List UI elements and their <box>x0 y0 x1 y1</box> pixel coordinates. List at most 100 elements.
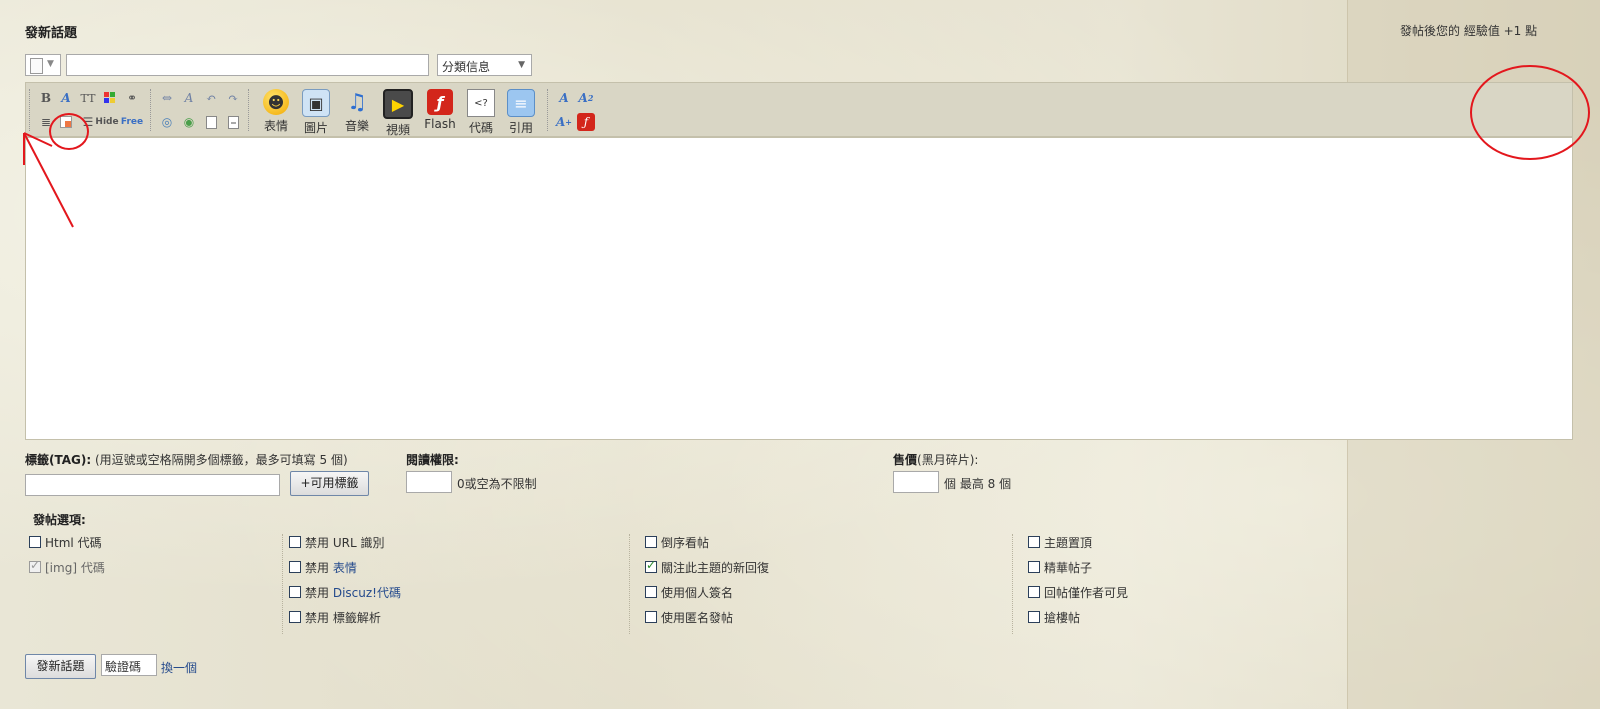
free-button[interactable]: Free <box>121 113 143 131</box>
quote-button[interactable]: ≡ 引用 <box>501 89 541 136</box>
option-disable-discuz-code[interactable]: 禁用 Discuz!代碼 <box>289 583 401 601</box>
option-disable-tag-parse[interactable]: 禁用 標籤解析 <box>289 608 381 626</box>
checkbox[interactable] <box>645 558 657 573</box>
option-reverse-order[interactable]: 倒序看帖 <box>645 533 709 551</box>
option-digest[interactable]: 精華帖子 <box>1028 558 1092 576</box>
editor-textarea[interactable] <box>25 137 1573 440</box>
undo-button[interactable]: ↶ <box>202 89 220 107</box>
subject-input[interactable] <box>66 54 429 76</box>
price-label: 售價 <box>893 453 918 467</box>
option-label: Html 代碼 <box>45 535 102 550</box>
checkbox[interactable] <box>289 586 301 598</box>
option-disable-smilies[interactable]: 禁用 表情 <box>289 558 357 576</box>
post-options-label: 發帖選項: <box>33 513 86 527</box>
option-label: URL 識別 <box>332 535 385 550</box>
video-button[interactable]: ▶ 視頻 <box>378 89 418 138</box>
flash-small-button[interactable]: ƒ <box>577 113 595 131</box>
price-unit: (黑月碎片): <box>917 453 979 467</box>
music-note-icon: ♫ <box>347 89 367 115</box>
available-tags-button[interactable]: +可用標籤 <box>290 471 369 496</box>
flash-button[interactable]: ƒ Flash <box>420 89 460 131</box>
hide-button[interactable]: Hide <box>95 113 119 131</box>
checkbox[interactable] <box>645 586 657 598</box>
category-select[interactable]: 分類信息 ▼ <box>437 54 532 76</box>
smiley-icon: ☻ <box>263 89 289 115</box>
option-anonymous-post[interactable]: 使用匿名發帖 <box>645 608 733 626</box>
page-break-button[interactable] <box>224 113 242 131</box>
flash-icon: ƒ <box>427 89 453 115</box>
option-label: 倒序看帖 <box>661 535 710 550</box>
link-button[interactable]: ⚭ <box>123 89 141 107</box>
post-icon-select[interactable]: ▼ <box>25 54 61 76</box>
option-sticky[interactable]: 主題置頂 <box>1028 533 1092 551</box>
option-img-code: [img] 代碼 <box>29 558 105 576</box>
option-disable-url[interactable]: 禁用 URL 識別 <box>289 533 384 551</box>
checkbox[interactable] <box>289 611 301 623</box>
checkbox[interactable] <box>645 611 657 623</box>
column-divider <box>629 534 631 634</box>
insert-media-button[interactable]: ◉ <box>180 113 198 131</box>
option-author-only-replies[interactable]: 回帖僅作者可見 <box>1028 583 1128 601</box>
clear-format-button[interactable]: A <box>180 89 198 107</box>
quote-label: 引用 <box>508 121 533 135</box>
page-button[interactable] <box>202 113 220 131</box>
page-icon <box>205 115 217 129</box>
option-link[interactable]: 表情 <box>333 559 357 576</box>
option-link[interactable]: Discuz!代碼 <box>333 584 401 601</box>
chevron-down-icon: ▼ <box>47 59 54 69</box>
option-use-signature[interactable]: 使用個人簽名 <box>645 583 733 601</box>
option-label: 回帖僅作者可見 <box>1044 585 1129 600</box>
price-input[interactable] <box>893 471 939 493</box>
captcha-input[interactable]: 驗證碼 <box>101 654 157 676</box>
option-label: 精華帖子 <box>1044 560 1093 575</box>
tag-input[interactable] <box>25 474 280 496</box>
submit-post-button[interactable]: 發新話題 <box>25 654 96 679</box>
option-label: 標籤解析 <box>332 610 381 625</box>
option-subscribe-replies[interactable]: 關注此主題的新回復 <box>645 558 769 576</box>
toolbar-separator <box>547 89 549 131</box>
unlink-button[interactable]: ⇔ <box>158 89 176 107</box>
superscript-button[interactable]: A + <box>555 113 573 131</box>
category-select-value: 分類信息 <box>442 60 491 74</box>
font-size-button[interactable]: TT <box>79 89 97 107</box>
image-label: 圖片 <box>303 121 328 135</box>
redo-button[interactable]: ↷ <box>224 89 242 107</box>
tv-icon: ▶ <box>383 89 413 119</box>
option-label: [img] 代碼 <box>45 560 105 575</box>
checkbox[interactable] <box>29 536 41 548</box>
checkbox[interactable] <box>645 536 657 548</box>
checkbox[interactable] <box>289 561 301 573</box>
insert-table-button[interactable]: ◎ <box>158 113 176 131</box>
option-floor-rush[interactable]: 搶樓帖 <box>1028 608 1080 626</box>
font-button[interactable]: A <box>57 89 75 107</box>
checkbox[interactable] <box>289 536 301 548</box>
color-button[interactable] <box>101 89 119 107</box>
option-prefix: 禁用 <box>305 610 330 625</box>
code-icon: <? <box>467 89 495 117</box>
checkbox[interactable] <box>1028 561 1040 573</box>
experience-notice: 發帖後您的 經驗值 +1 點 <box>1400 24 1538 38</box>
music-button[interactable]: ♫ 音樂 <box>337 89 377 134</box>
checkbox[interactable] <box>1028 536 1040 548</box>
speech-bubble-icon: ≡ <box>507 89 535 117</box>
subscript-button[interactable]: A2 <box>577 89 595 107</box>
checkbox[interactable] <box>1028 586 1040 598</box>
image-button[interactable]: ▣ 圖片 <box>296 89 336 136</box>
option-label: 使用個人簽名 <box>661 585 734 600</box>
option-prefix: 禁用 <box>305 560 330 575</box>
document-icon <box>30 58 43 74</box>
option-html-code[interactable]: Html 代碼 <box>29 533 102 551</box>
tag-label: 標籤(TAG): <box>25 453 92 467</box>
code-button[interactable]: <? 代碼 <box>461 89 501 136</box>
annotation-circle-right <box>1470 65 1590 160</box>
column-divider <box>282 534 284 634</box>
emoticon-button[interactable]: ☻ 表情 <box>256 89 296 134</box>
captcha-refresh-link[interactable]: 換一個 <box>161 659 197 676</box>
image-icon: ▣ <box>302 89 330 117</box>
font-a-button[interactable]: A <box>555 89 573 107</box>
read-permission-input[interactable] <box>406 471 452 493</box>
checkbox[interactable] <box>1028 611 1040 623</box>
tag-label-row: 標籤(TAG): (用逗號或空格隔開多個標籤，最多可填寫 5 個) <box>25 451 348 468</box>
bold-button[interactable]: B <box>37 89 55 107</box>
option-label: 搶樓帖 <box>1044 610 1081 625</box>
